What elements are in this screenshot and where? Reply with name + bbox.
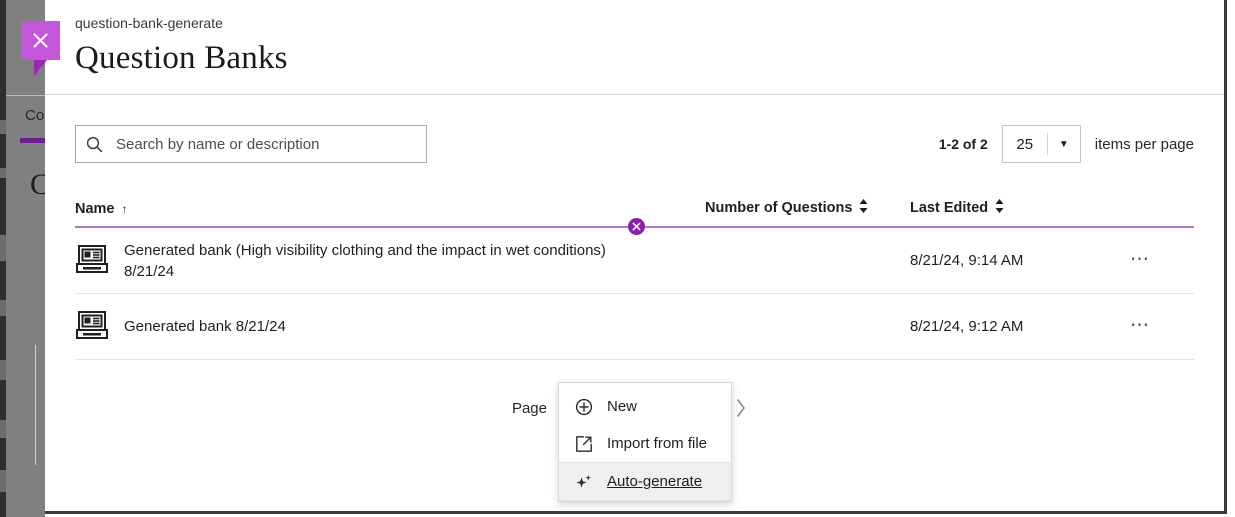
import-icon xyxy=(575,435,593,453)
background-active-tab-indicator xyxy=(20,138,46,143)
column-header-name[interactable]: Name ↑ xyxy=(75,201,705,217)
menu-item-auto-generate-label: Auto-generate xyxy=(607,473,702,490)
menu-item-import-from-file-label: Import from file xyxy=(607,435,707,452)
modal-body: 1-2 of 2 25 ▼ items per page Name ↑ Numb… xyxy=(45,95,1224,427)
page-label: Page xyxy=(512,400,547,417)
close-circle-icon[interactable] xyxy=(628,218,645,235)
menu-item-auto-generate[interactable]: Auto-generate xyxy=(559,462,731,501)
table-row[interactable]: Generated bank (High visibility clothing… xyxy=(75,228,1194,294)
search-input[interactable] xyxy=(114,135,416,154)
column-header-number-of-questions[interactable]: Number of Questions xyxy=(705,199,910,217)
items-per-page-select[interactable]: 25 ▼ xyxy=(1002,125,1081,163)
browser-left-edge xyxy=(0,0,6,517)
question-banks-table: Name ↑ Number of Questions Last Edited xyxy=(75,199,1194,360)
sort-updown-icon xyxy=(995,199,1004,217)
row-name-label: Generated bank (High visibility clothing… xyxy=(124,240,644,282)
row-name-cell: Generated bank 8/21/24 xyxy=(75,308,705,346)
tooltip-badge-tail xyxy=(34,60,60,76)
row-actions: ⋯ xyxy=(1130,252,1190,269)
create-bank-context-menu: New Import from file xyxy=(558,382,732,502)
sort-updown-icon xyxy=(859,199,868,217)
pagination-top: 1-2 of 2 25 ▼ items per page xyxy=(939,125,1194,163)
question-banks-modal: question-bank-generate Question Banks 1-… xyxy=(45,0,1227,514)
column-header-name-label: Name xyxy=(75,201,115,217)
background-header-divider xyxy=(6,95,45,96)
arrow-up-icon: ↑ xyxy=(122,202,128,216)
ellipsis-icon[interactable]: ⋯ xyxy=(1130,249,1152,270)
tooltip-close-badge[interactable] xyxy=(21,21,60,60)
column-header-last-edited[interactable]: Last Edited xyxy=(910,199,1130,217)
menu-item-import-from-file[interactable]: Import from file xyxy=(559,425,731,462)
table-header-underline xyxy=(75,226,1194,228)
row-last-edited: 8/21/24, 9:14 AM xyxy=(910,252,1130,269)
items-per-page-value: 25 xyxy=(1003,136,1047,153)
row-name-label: Generated bank 8/21/24 xyxy=(124,316,286,337)
close-icon xyxy=(31,31,50,50)
column-header-last-edited-label: Last Edited xyxy=(910,200,988,216)
menu-item-new-label: New xyxy=(607,398,637,415)
toolbar: 1-2 of 2 25 ▼ items per page xyxy=(75,95,1194,163)
plus-circle-icon xyxy=(575,398,593,416)
modal-header: question-bank-generate Question Banks xyxy=(45,0,1224,95)
result-range-label: 1-2 of 2 xyxy=(939,136,988,152)
menu-item-new[interactable]: New xyxy=(559,388,731,425)
page-title: Question Banks xyxy=(75,39,1194,77)
question-bank-icon xyxy=(75,242,109,280)
search-icon xyxy=(86,136,103,153)
background-tab-label[interactable]: Co xyxy=(25,107,44,124)
column-header-number-of-questions-label: Number of Questions xyxy=(705,200,852,216)
search-box[interactable] xyxy=(75,125,427,163)
caret-down-icon: ▼ xyxy=(1048,139,1080,150)
items-per-page-label: items per page xyxy=(1095,136,1194,153)
row-name-cell: Generated bank (High visibility clothing… xyxy=(75,240,705,282)
question-bank-icon xyxy=(75,308,109,346)
tooltip-badge-square xyxy=(21,21,60,60)
sparkle-icon xyxy=(575,473,593,491)
ellipsis-icon[interactable]: ⋯ xyxy=(1130,315,1152,336)
row-actions: ⋯ xyxy=(1130,318,1190,335)
table-row[interactable]: Generated bank 8/21/24 8/21/24, 9:12 AM … xyxy=(75,294,1194,360)
breadcrumb[interactable]: question-bank-generate xyxy=(75,14,1194,32)
row-last-edited: 8/21/24, 9:12 AM xyxy=(910,318,1130,335)
